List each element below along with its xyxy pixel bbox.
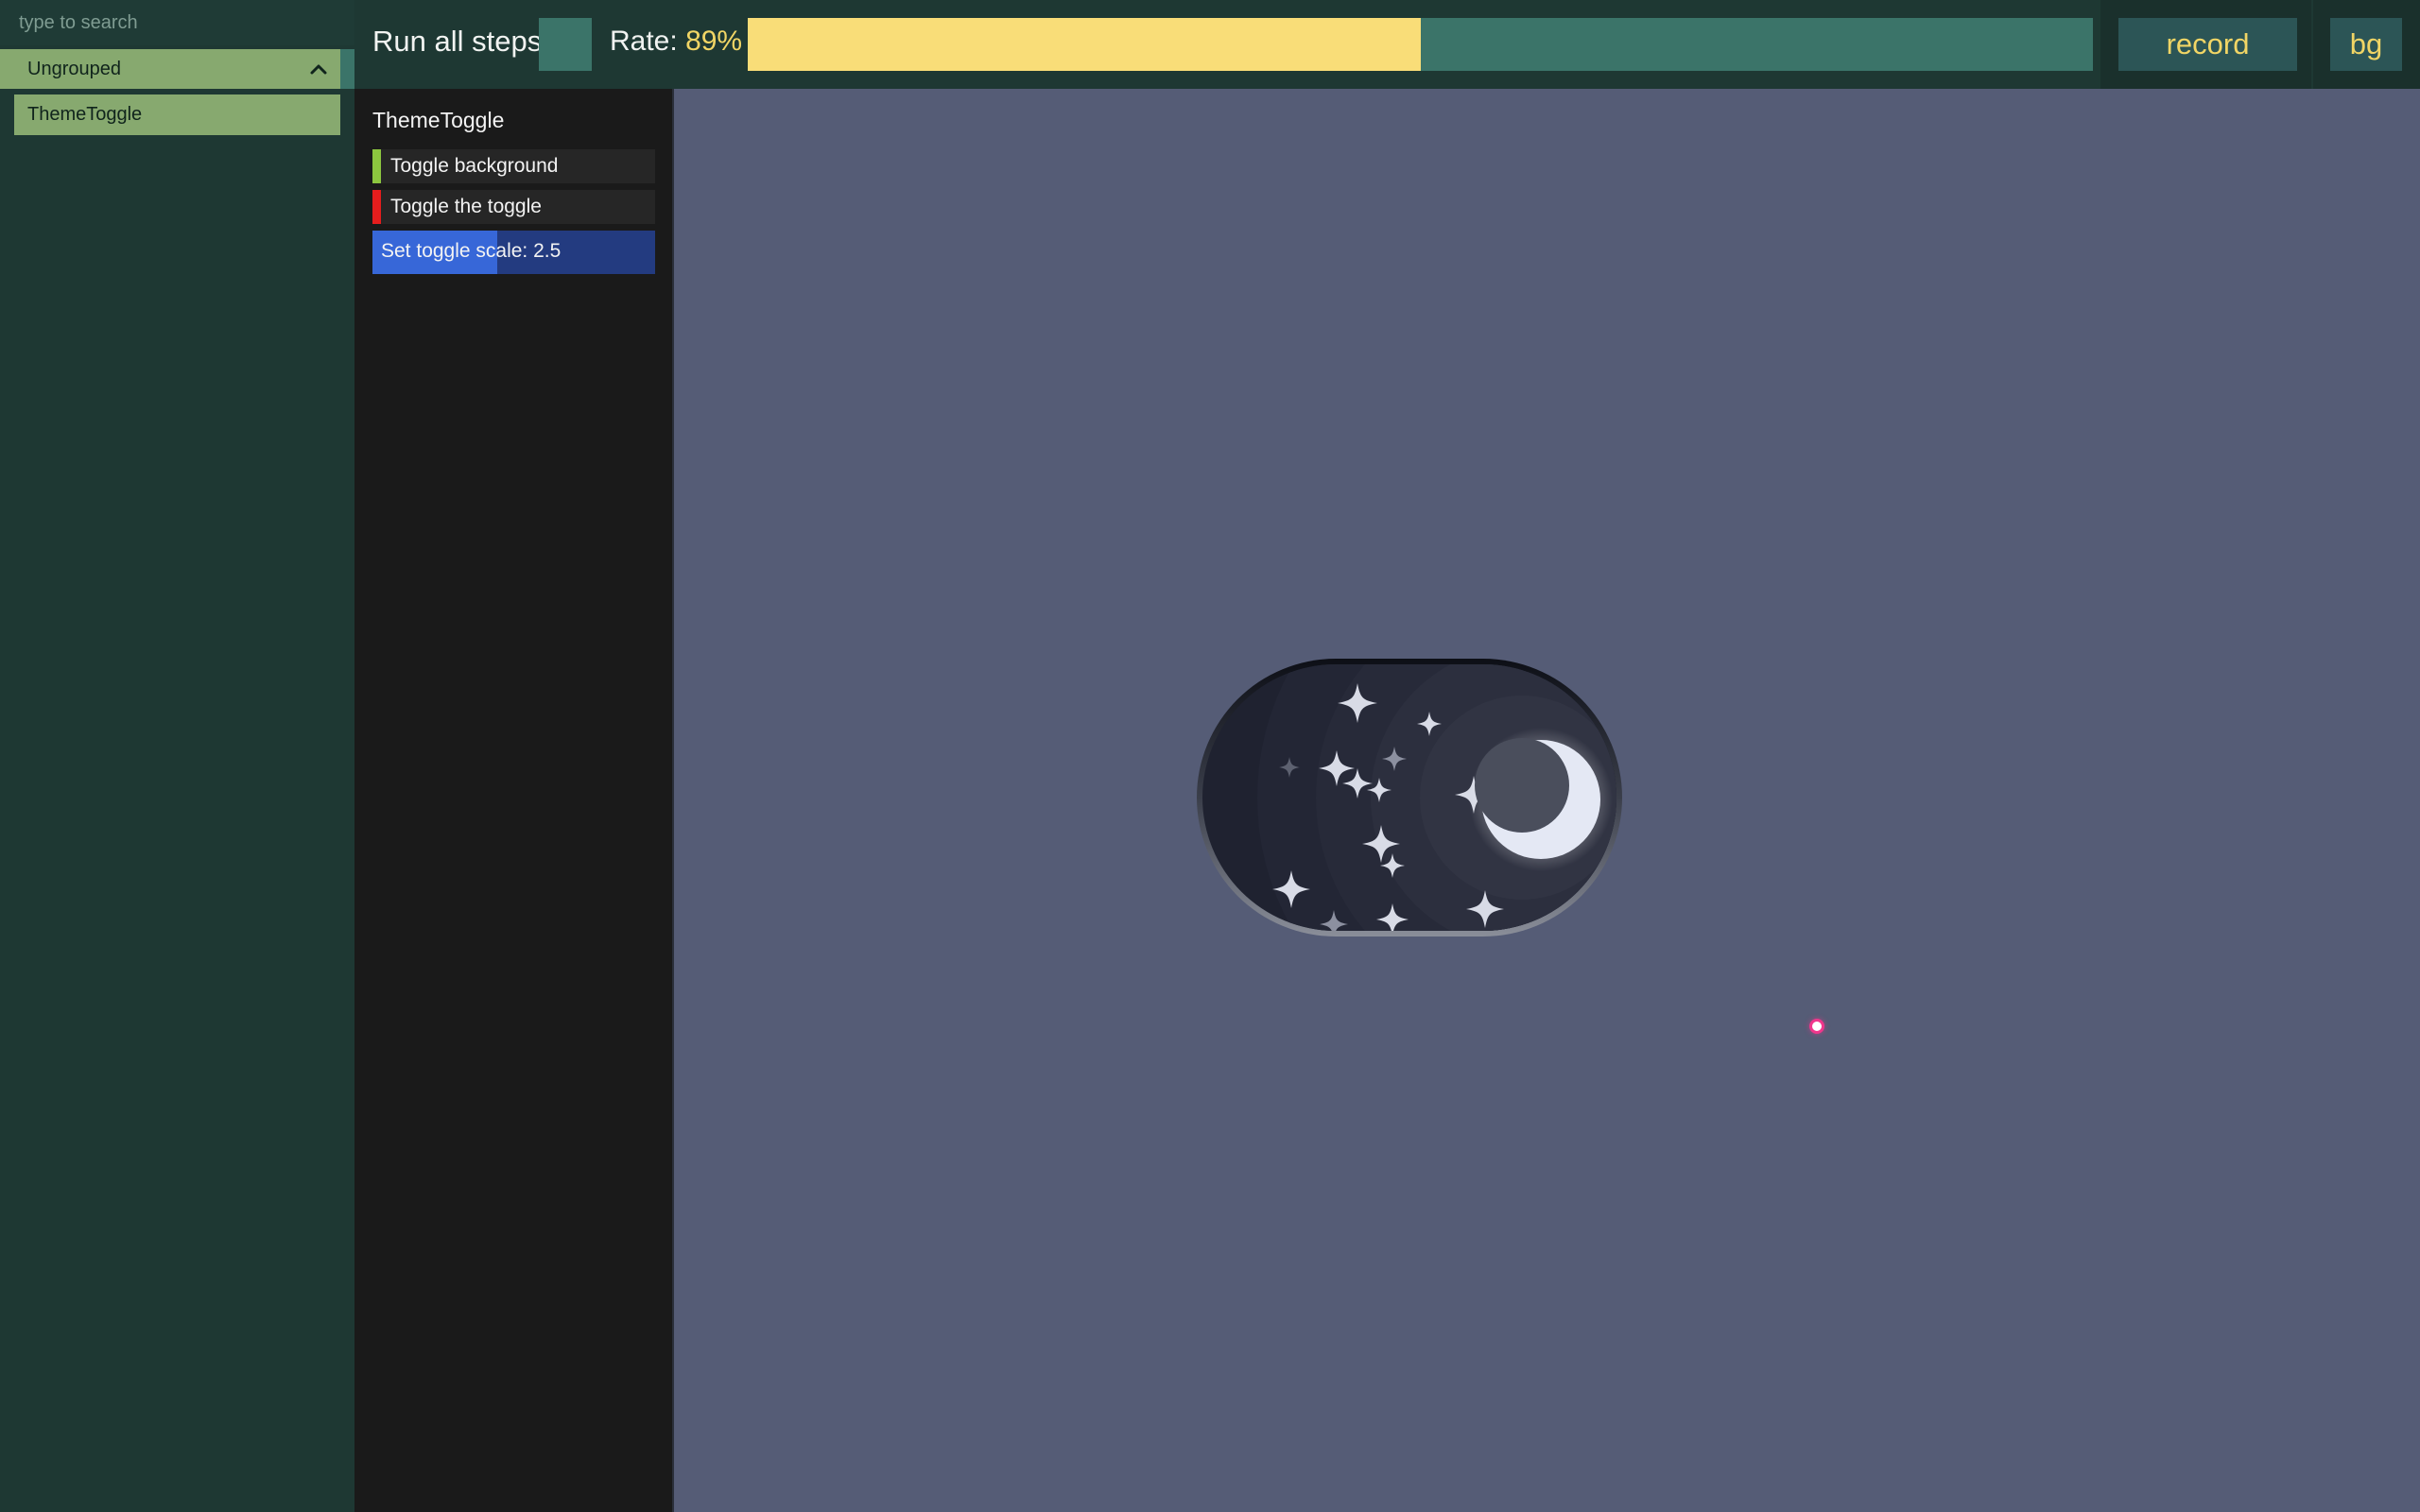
- steps-panel: ThemeToggle Toggle background Toggle the…: [354, 89, 672, 1512]
- rate-label-text: Rate:: [610, 26, 678, 57]
- moon-icon: [1469, 728, 1613, 871]
- theme-toggle[interactable]: [1193, 658, 1626, 937]
- toggle-scale-slider-label: Set toggle scale: 2.5: [381, 240, 562, 262]
- step-status-marker: [372, 190, 381, 224]
- bg-toggle-button[interactable]: bg: [2330, 18, 2402, 71]
- rate-label: Rate: 89%: [610, 26, 742, 58]
- toolbar: Run all steps Rate: 89% record bg: [354, 0, 2420, 89]
- rate-slider-fill: [748, 18, 1421, 71]
- story-item-themetoggle[interactable]: ThemeToggle: [14, 94, 340, 135]
- stories-sidebar: Ungrouped ThemeToggle: [0, 0, 354, 1512]
- step-label: Toggle the toggle: [390, 196, 542, 217]
- step-toggle-background[interactable]: Toggle background: [372, 149, 655, 183]
- preview-canvas: [672, 89, 2420, 1512]
- group-accent-bar: [340, 49, 354, 89]
- search-bar: [0, 0, 354, 45]
- rate-slider[interactable]: [748, 18, 2093, 71]
- chevron-up-icon: [310, 64, 327, 75]
- run-all-steps-label: Run all steps: [372, 25, 543, 58]
- group-ungrouped[interactable]: Ungrouped: [0, 49, 354, 89]
- group-label: Ungrouped: [27, 58, 121, 79]
- rate-value: 89%: [685, 26, 743, 57]
- step-status-marker: [372, 149, 381, 183]
- cursor-indicator: [1809, 1019, 1824, 1034]
- toggle-scale-slider[interactable]: Set toggle scale: 2.5: [372, 231, 655, 274]
- step-toggle-the-toggle[interactable]: Toggle the toggle: [372, 190, 655, 224]
- run-all-steps-button[interactable]: [539, 18, 592, 71]
- step-label: Toggle background: [390, 155, 559, 177]
- story-title: ThemeToggle: [372, 108, 505, 132]
- story-item-label: ThemeToggle: [27, 104, 143, 125]
- search-input[interactable]: [19, 6, 340, 40]
- record-button[interactable]: record: [2118, 18, 2297, 71]
